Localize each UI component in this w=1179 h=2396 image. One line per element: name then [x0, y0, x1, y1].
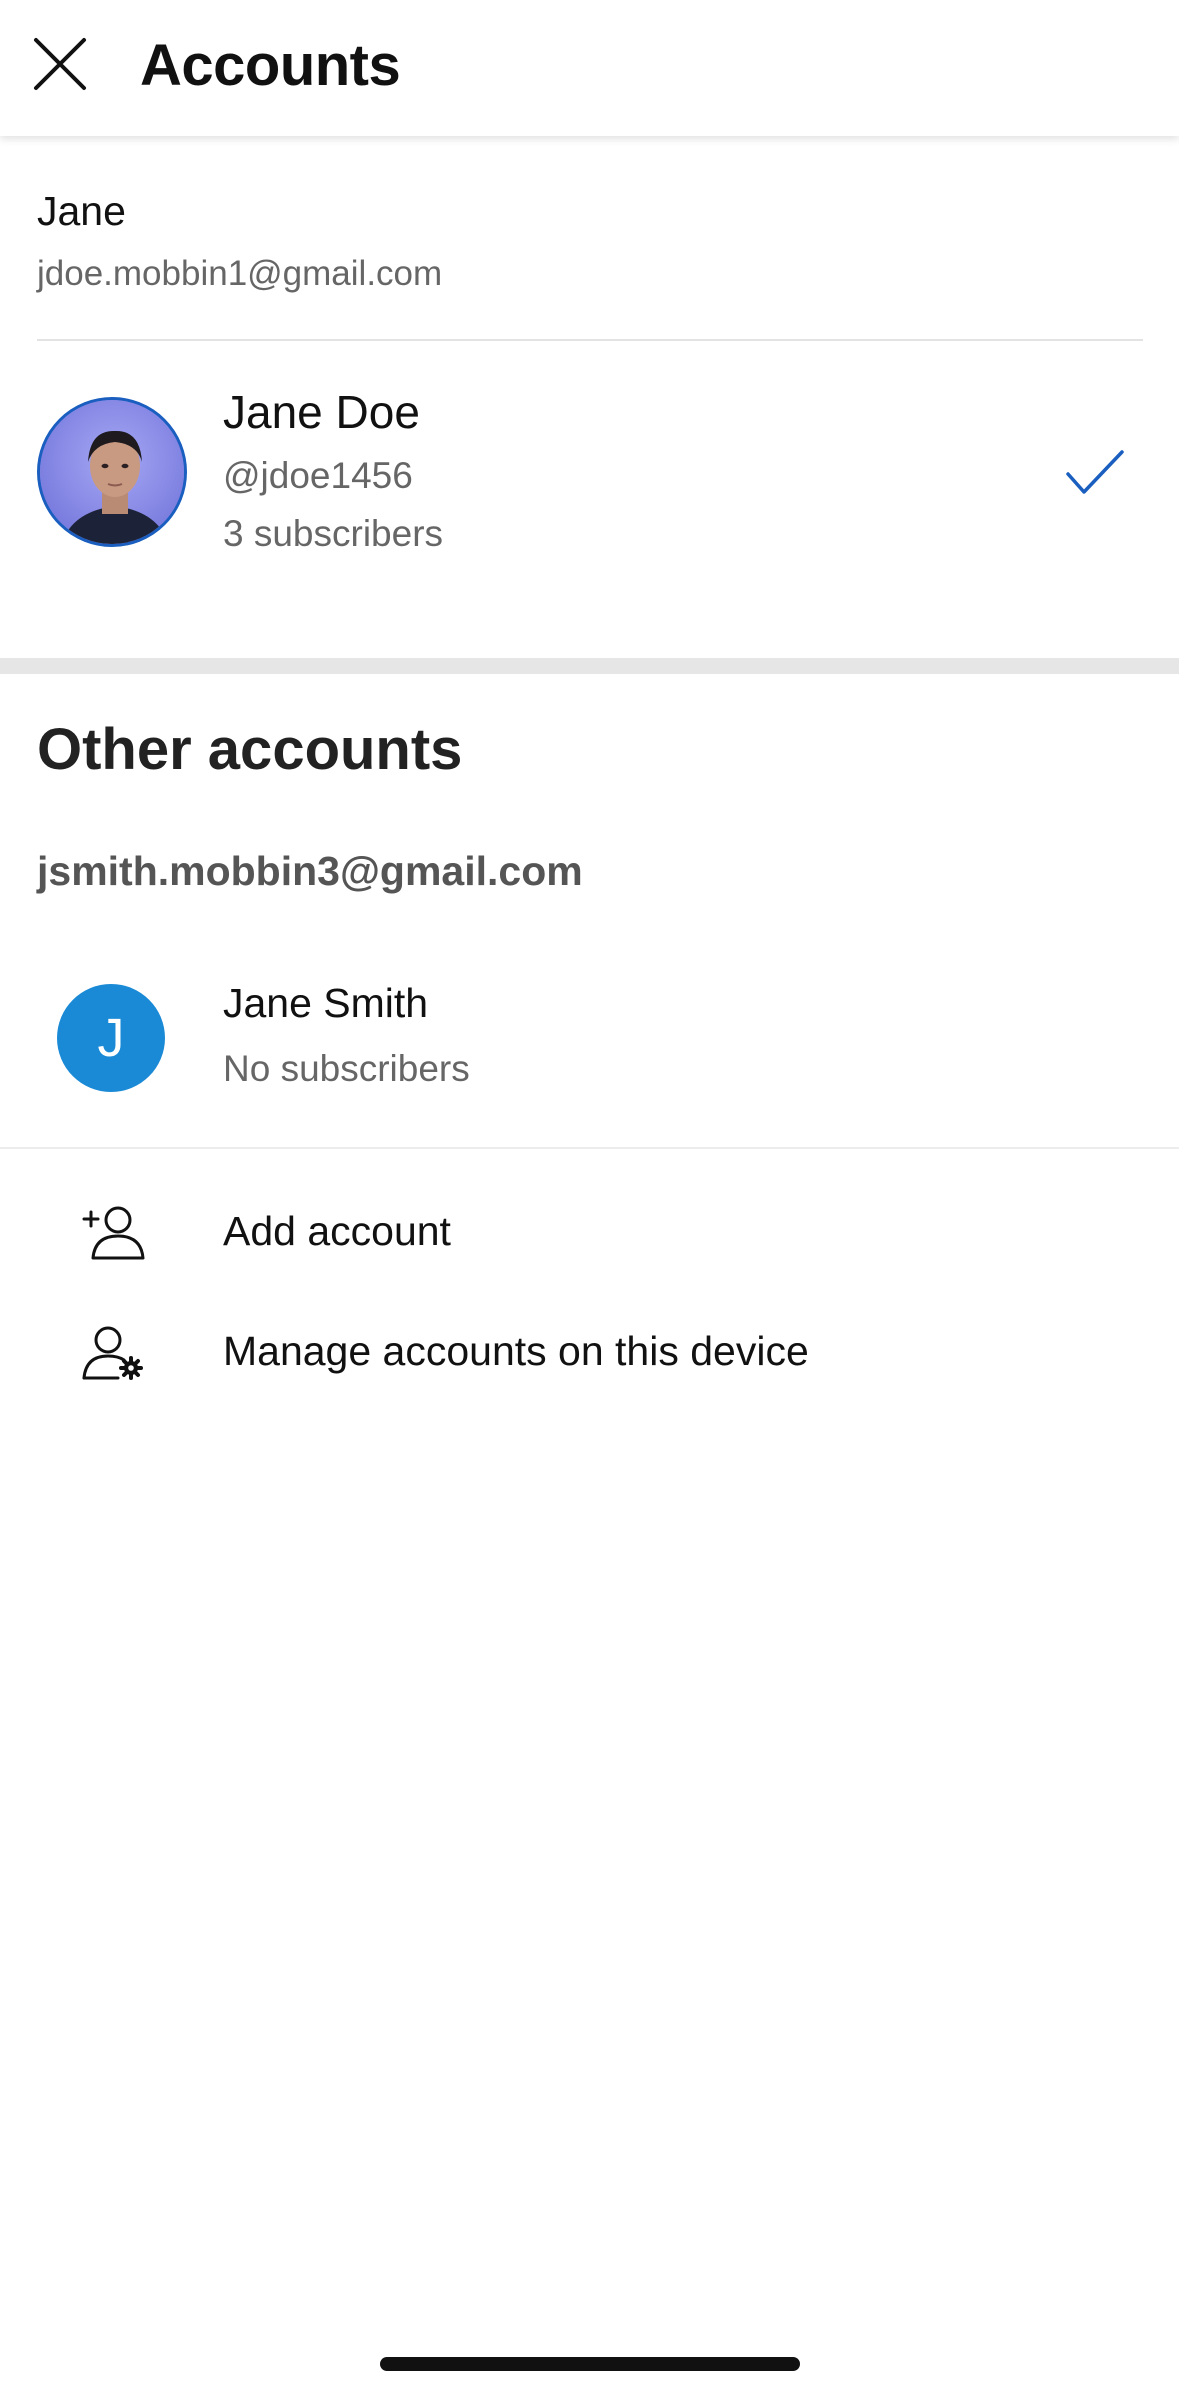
current-account-name: Jane: [37, 188, 126, 234]
add-account-label: Add account: [223, 1208, 451, 1254]
other-channel-name: Jane Smith: [223, 980, 429, 1026]
person-gear-icon: [82, 1326, 143, 1380]
divider: [0, 1147, 1179, 1149]
manage-accounts-label: Manage accounts on this device: [223, 1328, 809, 1374]
close-button[interactable]: [26, 30, 94, 98]
channel-handle: @jdoe1456: [223, 455, 413, 496]
accounts-screen: Accounts Jane jdoe.mobbin1@gmail.com Jan…: [0, 0, 1179, 2396]
home-indicator: [380, 2357, 800, 2371]
profile-photo: [40, 400, 184, 544]
divider: [37, 339, 1143, 341]
page-title: Accounts: [140, 33, 401, 98]
checkmark-icon: [1066, 450, 1124, 494]
avatar: J: [57, 984, 165, 1092]
header: Accounts: [0, 0, 1179, 136]
other-channel-subscribers: No subscribers: [223, 1048, 470, 1089]
other-accounts-heading: Other accounts: [37, 717, 463, 782]
other-account-email: jsmith.mobbin3@gmail.com: [37, 848, 583, 894]
close-icon: [34, 38, 86, 90]
avatar: [37, 397, 187, 547]
channel-name: Jane Doe: [223, 386, 420, 438]
add-account-button[interactable]: Add account: [0, 1178, 1179, 1288]
current-channel-row[interactable]: Jane Doe @jdoe1456 3 subscribers: [0, 370, 1179, 570]
manage-accounts-button[interactable]: Manage accounts on this device: [0, 1298, 1179, 1408]
channel-subscribers: 3 subscribers: [223, 513, 444, 554]
other-channel-row[interactable]: J Jane Smith No subscribers: [0, 960, 1179, 1110]
section-separator: [0, 658, 1179, 674]
current-account-email: jdoe.mobbin1@gmail.com: [37, 254, 443, 293]
add-person-icon: [82, 1206, 145, 1260]
